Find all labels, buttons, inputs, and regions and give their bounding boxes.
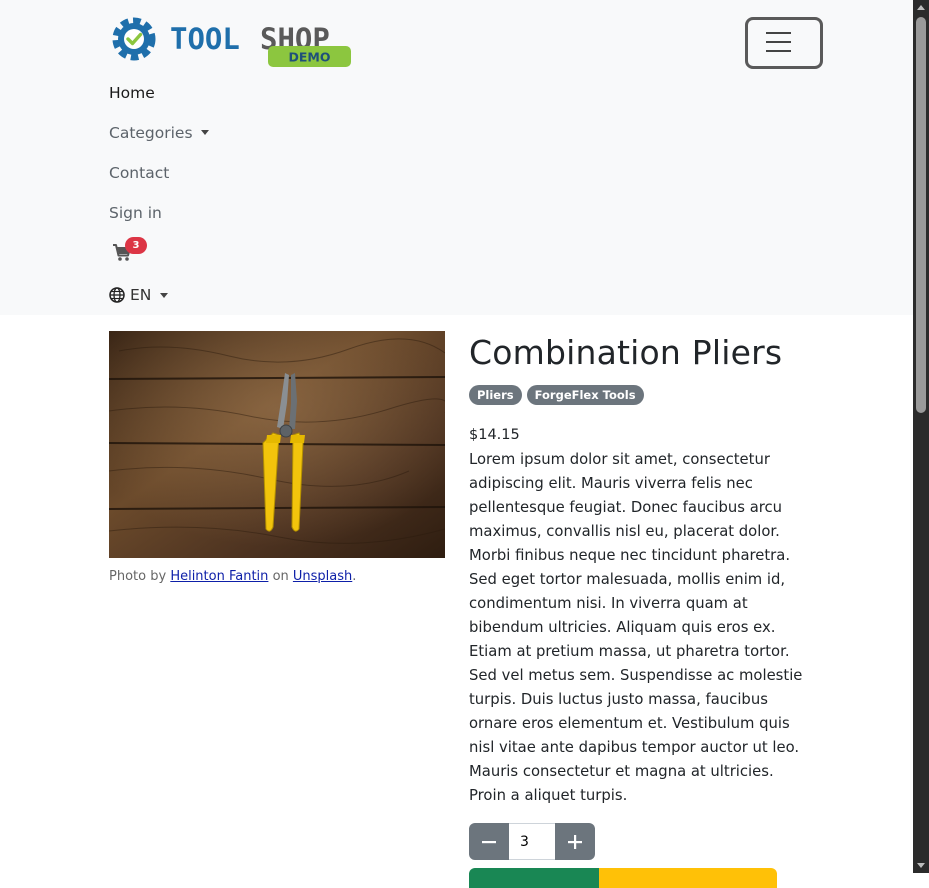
quantity-stepper [469,823,595,860]
add-to-favourites-button[interactable] [599,868,777,888]
credit-middle: on [272,569,289,584]
product-tags: Pliers ForgeFlex Tools [469,385,644,405]
nav-categories-dropdown[interactable]: Categories [109,124,209,142]
vertical-scrollbar[interactable] [913,0,929,873]
brand-badge: ForgeFlex Tools [526,385,644,405]
scroll-up-arrow-icon[interactable] [917,5,925,10]
minus-icon [482,840,496,843]
gear-logo-icon [112,17,156,61]
navbar-toggle-button[interactable] [745,17,823,69]
photo-author-link[interactable]: Helinton Fantin [170,569,268,584]
cart-count-badge: 3 [125,237,147,254]
globe-icon [109,287,125,303]
logo-badge-text: DEMO [289,50,331,65]
caret-down-icon [160,292,169,298]
product-price: $14.15 [469,427,520,443]
product-title: Combination Pliers [469,333,783,372]
increase-quantity-button[interactable] [555,823,595,860]
nav-sign-in-link[interactable]: Sign in [109,204,162,222]
credit-prefix: Photo by [109,569,167,584]
menu-bar-icon [766,50,791,52]
language-label: EN [130,286,152,304]
toolshop-logo[interactable]: TOOL SHOP DEMO [108,12,356,70]
nav-contact-link[interactable]: Contact [109,164,169,182]
cart-link[interactable]: 3 [112,237,152,267]
nav-home-link[interactable]: Home [109,84,155,102]
nav-categories-label: Categories [109,124,193,142]
caret-down-icon [200,130,209,135]
svg-text:TOOL: TOOL [170,22,240,56]
scroll-down-arrow-icon[interactable] [917,863,925,868]
product-image [109,331,445,558]
add-to-cart-button[interactable] [469,868,599,888]
menu-bar-icon [766,41,791,43]
quantity-input[interactable] [509,823,555,860]
photo-source-link[interactable]: Unsplash [293,569,352,584]
decrease-quantity-button[interactable] [469,823,509,860]
credit-suffix: . [352,569,357,584]
product-description: Lorem ipsum dolor sit amet, consectetur … [469,451,803,804]
language-selector[interactable]: EN [109,286,169,304]
plus-icon [568,834,582,849]
scrollbar-thumb[interactable] [916,17,926,413]
menu-bar-icon [766,32,791,34]
top-navbar: TOOL SHOP DEMO Home Categories Contact S… [0,0,913,315]
category-badge: Pliers [469,385,522,405]
photo-credit: Photo by Helinton Fantin on Unsplash. [109,569,356,584]
